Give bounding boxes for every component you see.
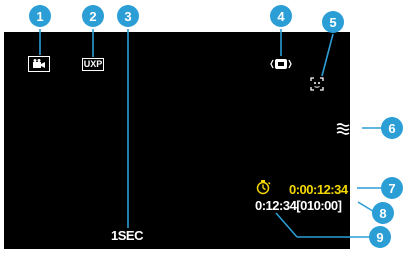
- callout-layer: 1 2 3 4 5 6 7 8 9: [29, 5, 403, 248]
- callout-lines: [39, 29, 392, 238]
- callout-number-2: 2: [89, 9, 96, 24]
- callout-badges: [29, 5, 403, 248]
- callout-number-8: 8: [379, 206, 386, 221]
- callout-number-3: 3: [124, 9, 131, 24]
- callout-number-5: 5: [329, 15, 336, 30]
- callout-number-6: 6: [388, 121, 395, 136]
- callout-number-7: 7: [388, 181, 395, 196]
- callout-numbers: 1 2 3 4 5 6 7 8 9: [36, 9, 395, 245]
- callout-number-4: 4: [277, 9, 285, 24]
- callout-number-9: 9: [376, 230, 383, 245]
- callout-number-1: 1: [36, 9, 43, 24]
